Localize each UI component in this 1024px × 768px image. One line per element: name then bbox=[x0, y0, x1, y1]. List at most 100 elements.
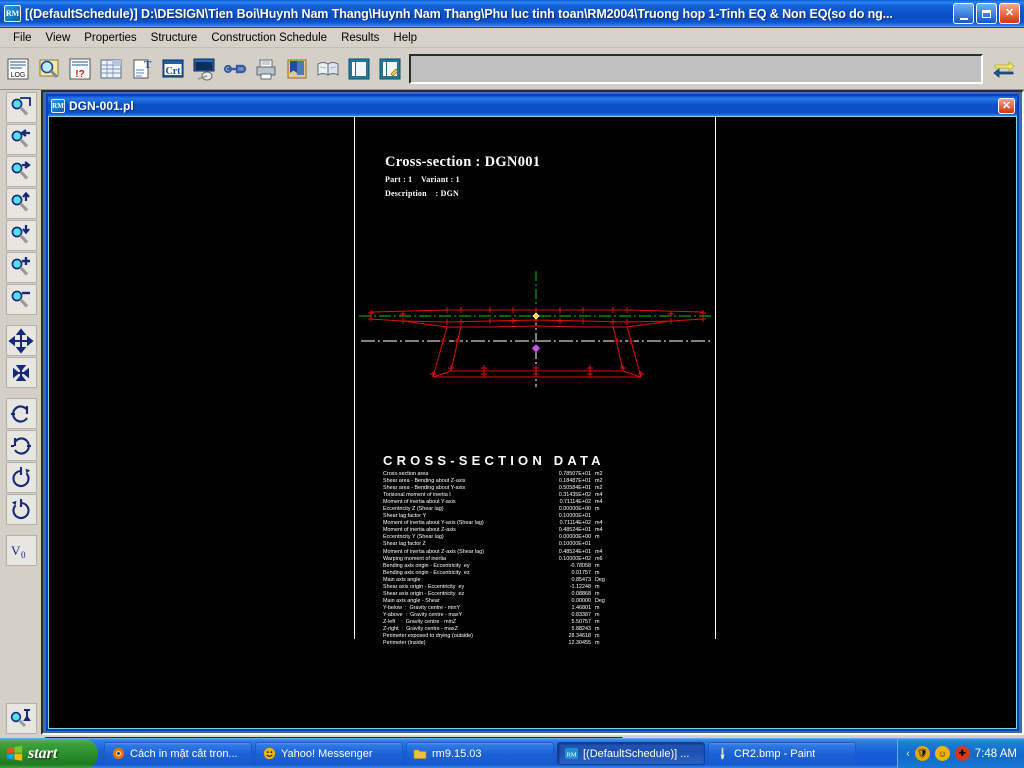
shield-icon[interactable]: 🛡 bbox=[914, 746, 930, 761]
data-row: Warping moment of inertia 0.10000E+02 m6 bbox=[383, 556, 611, 563]
data-row: Main axis angle - Shear 0.00000 Deg bbox=[383, 598, 611, 605]
cross-section-part-line: Part : 1 Variant : 1 bbox=[385, 175, 460, 184]
data-row-value: 5.50757 bbox=[571, 618, 592, 625]
window-copy-button[interactable] bbox=[344, 53, 374, 84]
zoom-window-button[interactable] bbox=[5, 92, 37, 123]
mdi-client-area: RM DGN-001.pl ✕ Cross-section : DGN001 P… bbox=[41, 90, 1024, 735]
data-row-unit: m4 bbox=[595, 548, 603, 555]
menu-help[interactable]: Help bbox=[386, 30, 424, 46]
plot-window-titlebar: RM DGN-001.pl ✕ bbox=[48, 96, 1017, 116]
crt-screen-icon: Crt bbox=[162, 59, 184, 77]
plot-window-close-button[interactable]: ✕ bbox=[998, 98, 1015, 114]
data-row: Shear axis origin - Eccentricity ey -1.12… bbox=[383, 584, 611, 591]
log-icon: LOG bbox=[7, 58, 29, 79]
messenger-icon[interactable]: ☺ bbox=[934, 746, 950, 761]
main-application-window: RM [(DefaultSchedule)] D:\DESIGN\Tien Bo… bbox=[0, 0, 1024, 768]
data-row-label: Y-below : Gravity centre - minY bbox=[383, 604, 461, 611]
log-button[interactable]: LOG bbox=[3, 53, 33, 84]
data-row: Cross-section area 0.78507E+01 m2 bbox=[383, 471, 611, 478]
svg-text:RM: RM bbox=[566, 751, 576, 758]
settings-wrench-button[interactable] bbox=[220, 53, 250, 84]
folder-icon bbox=[413, 747, 427, 761]
wrench-icon bbox=[223, 64, 247, 73]
start-button[interactable]: start bbox=[0, 738, 98, 768]
menu-file[interactable]: File bbox=[6, 30, 39, 46]
spin-right-button[interactable] bbox=[5, 494, 37, 525]
swap-arrows-button[interactable] bbox=[987, 52, 1021, 85]
command-input[interactable] bbox=[409, 53, 983, 84]
data-row-unit: m bbox=[595, 618, 600, 625]
table-button[interactable] bbox=[96, 53, 126, 84]
zoom-right-button[interactable] bbox=[5, 156, 37, 187]
taskbar-item-folder[interactable]: rm9.15.03 bbox=[406, 742, 554, 765]
cross-section-title: Cross-section : DGN001 bbox=[385, 154, 541, 170]
text-document-button[interactable]: T bbox=[127, 53, 157, 84]
data-row-value: 0.08868 bbox=[571, 590, 592, 597]
menu-results[interactable]: Results bbox=[334, 30, 386, 46]
magnifier-wrench-icon bbox=[10, 708, 31, 727]
data-row-label: Bending axis origin - Eccentricity ez bbox=[383, 569, 470, 576]
data-row-unit: m bbox=[595, 611, 600, 618]
bookmark-button[interactable] bbox=[282, 53, 312, 84]
data-row-value: 0.00000 bbox=[571, 597, 592, 604]
mouse-screen-button[interactable] bbox=[189, 53, 219, 84]
menu-properties[interactable]: Properties bbox=[77, 30, 143, 46]
data-row-value: 0.48524E+01 bbox=[558, 548, 591, 555]
plot-window-title: DGN-001.pl bbox=[69, 99, 134, 113]
data-row-label: Z-left : Gravity centre - minZ bbox=[383, 618, 457, 625]
menu-structure[interactable]: Structure bbox=[144, 30, 205, 46]
workspace: V 0 RM DGN-001.pl ✕ Cross-section: DGN0… bbox=[0, 90, 1024, 735]
data-row-label: Y-above : Gravity centre - maxY bbox=[383, 611, 463, 618]
manual-button[interactable] bbox=[313, 53, 343, 84]
taskbar-item-rm2004[interactable]: RM [(DefaultSchedule)] ... bbox=[557, 742, 705, 765]
taskbar-items: Cách in mặt cắt tron... Yahoo! Messenger… bbox=[98, 742, 897, 765]
clock[interactable]: 7:48 AM bbox=[975, 748, 1017, 760]
plot-child-window: RM DGN-001.pl ✕ Cross-section : DGN001 P… bbox=[46, 94, 1019, 731]
chevron-left-icon[interactable]: ‹ bbox=[906, 748, 910, 760]
error-list-button[interactable]: !? bbox=[65, 53, 95, 84]
rotate-ccw-button[interactable] bbox=[5, 398, 37, 429]
close-button[interactable]: ✕ bbox=[999, 3, 1020, 24]
zoom-left-button[interactable] bbox=[5, 124, 37, 155]
spin-left-button[interactable] bbox=[5, 462, 37, 493]
data-row: Moment of inertia about Z-axis (Shear la… bbox=[383, 549, 611, 556]
minimize-button[interactable] bbox=[953, 3, 974, 24]
crt-button[interactable]: Crt bbox=[158, 53, 188, 84]
taskbar: start Cách in mặt cắt tron... Yahoo! Mes… bbox=[0, 738, 1024, 768]
data-row-unit: m bbox=[595, 562, 600, 569]
book-blue-icon bbox=[287, 59, 307, 78]
arrows-inward-icon bbox=[13, 364, 29, 381]
maximize-button[interactable] bbox=[976, 3, 997, 24]
pan-collapse-button[interactable] bbox=[5, 357, 37, 388]
svg-text:V: V bbox=[11, 543, 21, 558]
data-row: Shear lag factor Y 0.10000E+01 bbox=[383, 513, 611, 520]
plot-canvas[interactable]: Cross-section : DGN001 Part : 1 Variant … bbox=[48, 116, 1017, 729]
menu-view[interactable]: View bbox=[39, 30, 78, 46]
rotate-cw-button[interactable] bbox=[5, 430, 37, 461]
print-button[interactable] bbox=[251, 53, 281, 84]
zoom-up-icon bbox=[11, 191, 30, 212]
taskbar-item-browser[interactable]: Cách in mặt cắt tron... bbox=[104, 742, 252, 765]
data-row-unit: m2 bbox=[595, 478, 603, 485]
data-row-value: 5.88243 bbox=[571, 626, 592, 633]
taskbar-item-yahoo[interactable]: Yahoo! Messenger bbox=[255, 742, 403, 765]
data-row-label: Shear axis origin - Eccentricity ey bbox=[383, 583, 465, 590]
data-row: Perimeter exposed to drying (outside) 28.… bbox=[383, 633, 611, 640]
plot-page: Cross-section : DGN001 Part : 1 Variant … bbox=[354, 117, 716, 646]
zoom-out-button[interactable] bbox=[5, 284, 37, 315]
zoom-in-button[interactable] bbox=[5, 252, 37, 283]
menu-construction-schedule[interactable]: Construction Schedule bbox=[204, 30, 334, 46]
data-row-unit: Deg bbox=[595, 576, 605, 583]
antivirus-icon[interactable]: ✚ bbox=[954, 746, 970, 761]
zoom-up-button[interactable] bbox=[5, 188, 37, 219]
pan-expand-button[interactable] bbox=[5, 325, 37, 356]
zoom-down-button[interactable] bbox=[5, 220, 37, 251]
reset-view-button[interactable]: V 0 bbox=[5, 535, 37, 566]
zoom-settings-button[interactable] bbox=[5, 703, 37, 734]
data-row-label: Eccentricity Y (Shear lag) bbox=[383, 534, 444, 541]
taskbar-item-paint[interactable]: CR2.bmp - Paint bbox=[708, 742, 856, 765]
window-edit-button[interactable] bbox=[375, 53, 405, 84]
spin-right-icon bbox=[11, 498, 30, 519]
zoom-preview-button[interactable] bbox=[34, 53, 64, 84]
data-row: Y-above : Gravity centre - maxY 0.83387 m bbox=[383, 612, 611, 619]
